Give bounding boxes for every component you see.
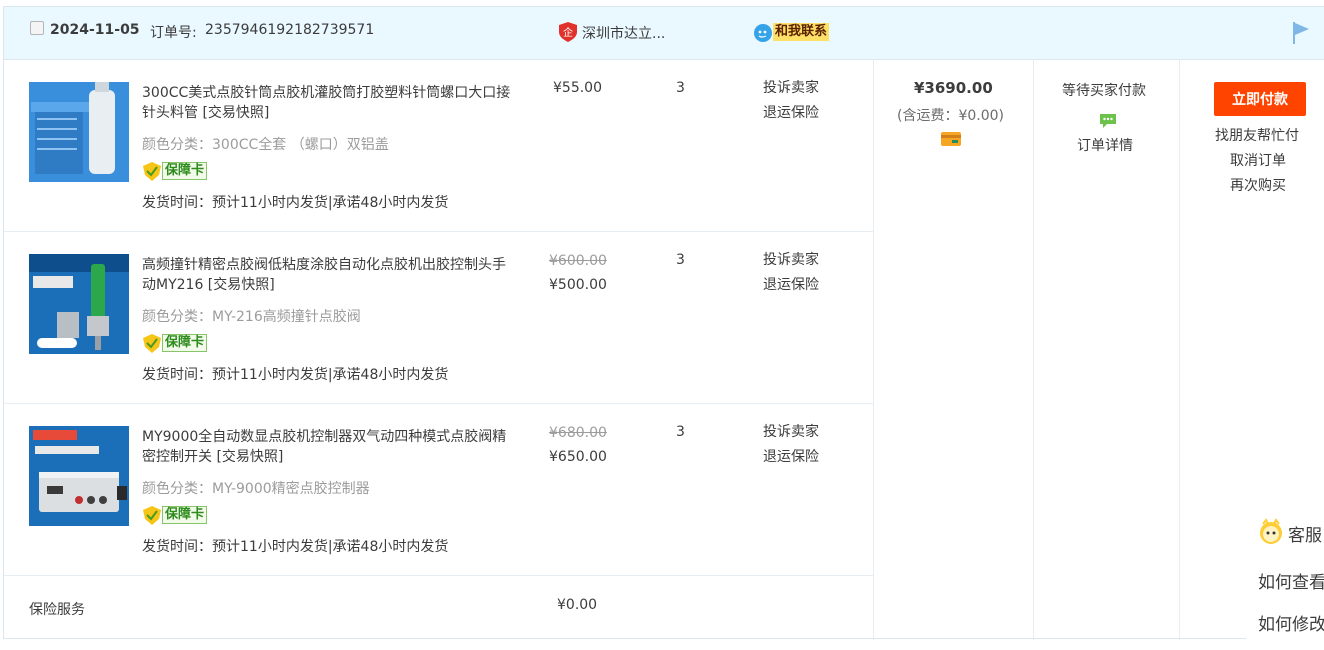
shop-badge-icon: 企 [559, 22, 577, 46]
return-insurance-link[interactable]: 退运保险 [763, 101, 819, 126]
unit-price: ¥55.00 [553, 80, 602, 96]
quantity: 3 [676, 252, 685, 268]
order-detail-link[interactable]: 订单详情 [1077, 135, 1133, 155]
product-title-link[interactable]: 高频撞针精密点胶阀低粘度涂胶自动化点胶机出胶控制头手动MY216 [交易快照] [142, 255, 514, 295]
product-title-link[interactable]: 300CC美式点胶针筒点胶机灌胶筒打胶塑料针筒螺口大口接针头料管 [交易快照] [142, 83, 514, 123]
divider [1179, 59, 1180, 640]
shipping-fee: (含运费：¥0.00) [897, 108, 1005, 124]
quantity: 3 [676, 424, 685, 440]
credit-card-icon[interactable] [941, 131, 961, 151]
ship-time: 发货时间：预计11小时内发货|承诺48小时内发货 [142, 195, 449, 211]
order-card: 2024-11-05 订单号: 2357946192182739571 企 深圳… [3, 6, 1324, 640]
complain-seller-link[interactable]: 投诉卖家 [763, 420, 819, 445]
help-question-link[interactable]: 如何修改 [1258, 610, 1324, 635]
return-insurance-link[interactable]: 退运保险 [763, 445, 819, 470]
guarantee-label: 保障卡 [162, 506, 208, 524]
item-ops: 投诉卖家 退运保险 [763, 76, 819, 126]
divider [873, 59, 874, 640]
order-date: 2024-11-05 [50, 22, 140, 38]
help-question-link[interactable]: 如何查看 [1258, 568, 1324, 593]
return-insurance-link[interactable]: 退运保险 [763, 273, 819, 298]
chat-bubble-icon [753, 23, 775, 47]
insurance-label: 保险服务 [29, 602, 85, 618]
item-ops: 投诉卖家 退运保险 [763, 420, 819, 470]
contact-label: 和我联系 [773, 23, 830, 41]
complain-seller-link[interactable]: 投诉卖家 [763, 248, 819, 273]
item-ops: 投诉卖家 退运保险 [763, 248, 819, 298]
product-sku: 颜色分类：MY-216高频撞针点胶阀 [142, 309, 361, 325]
customer-service-icon[interactable] [1258, 518, 1284, 550]
complain-seller-link[interactable]: 投诉卖家 [763, 76, 819, 101]
order-header: 2024-11-05 订单号: 2357946192182739571 企 深圳… [4, 7, 1324, 60]
guarantee-icon [142, 506, 162, 530]
svg-text:企: 企 [563, 26, 573, 39]
insurance-fee: ¥0.00 [557, 597, 598, 613]
ship-time: 发货时间：预计11小时内发货|承诺48小时内发货 [142, 367, 449, 383]
message-icon[interactable] [1099, 113, 1117, 133]
quantity: 3 [676, 80, 685, 96]
product-thumbnail[interactable] [29, 254, 129, 354]
row-divider [4, 403, 873, 404]
customer-service-label[interactable]: 客服 [1288, 521, 1322, 546]
order-number-label: 订单号: [150, 25, 197, 41]
unit-price: ¥650.00 [549, 449, 607, 465]
product-thumbnail[interactable] [29, 426, 129, 526]
order-number: 2357946192182739571 [205, 22, 375, 38]
order-checkbox[interactable] [30, 21, 44, 35]
order-status: 等待买家付款 [1062, 83, 1146, 99]
product-sku: 颜色分类：300CC全套 （螺口）双铝盖 [142, 137, 389, 153]
product-sku: 颜色分类：MY-9000精密点胶控制器 [142, 481, 370, 497]
unit-price: ¥500.00 [549, 277, 607, 293]
help-widget: 客服 如何查看 如何修改 [1246, 506, 1324, 640]
buy-again-link[interactable]: 再次购买 [1230, 175, 1286, 195]
guarantee-icon [142, 162, 162, 186]
guarantee-label: 保障卡 [162, 162, 208, 180]
divider [1033, 59, 1034, 640]
row-divider [4, 231, 873, 232]
original-price: ¥680.00 [549, 425, 607, 441]
pay-now-button[interactable]: 立即付款 [1214, 82, 1306, 116]
flag-icon[interactable] [1291, 21, 1311, 49]
shop-name-link[interactable]: 深圳市达立... [582, 23, 665, 43]
friend-pay-link[interactable]: 找朋友帮忙付 [1215, 125, 1299, 145]
product-title-link[interactable]: MY9000全自动数显点胶机控制器双气动四种模式点胶阀精密控制开关 [交易快照] [142, 427, 514, 467]
product-thumbnail[interactable] [29, 82, 129, 182]
ship-time: 发货时间：预计11小时内发货|承诺48小时内发货 [142, 539, 449, 555]
guarantee-icon [142, 334, 162, 358]
row-divider [4, 575, 873, 576]
original-price: ¥600.00 [549, 253, 607, 269]
cancel-order-link[interactable]: 取消订单 [1230, 150, 1286, 170]
order-total: ¥3690.00 [914, 79, 993, 97]
guarantee-label: 保障卡 [162, 334, 208, 352]
